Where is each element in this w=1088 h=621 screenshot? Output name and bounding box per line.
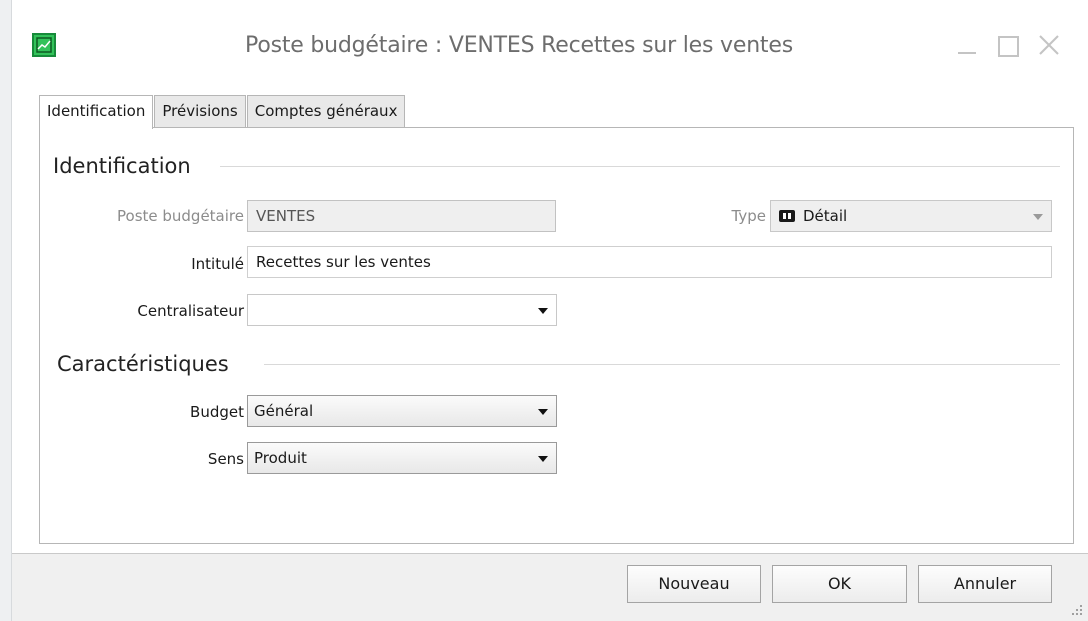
ok-button[interactable]: OK bbox=[772, 565, 907, 603]
window-title: Poste budgétaire : VENTES Recettes sur l… bbox=[245, 33, 793, 58]
detail-icon bbox=[779, 210, 795, 222]
tab-bar: Identification Prévisions Comptes généra… bbox=[39, 95, 406, 129]
budget-select[interactable]: Général bbox=[247, 395, 557, 427]
background-window-edge bbox=[0, 0, 12, 621]
budget-label: Budget bbox=[190, 403, 244, 421]
intitule-label: Intitulé bbox=[191, 255, 244, 273]
minimize-icon[interactable] bbox=[952, 30, 982, 60]
centralisateur-select[interactable] bbox=[247, 294, 557, 326]
sens-value: Produit bbox=[254, 449, 307, 467]
resize-grip-icon[interactable] bbox=[1072, 605, 1082, 615]
tab-previsions[interactable]: Prévisions bbox=[154, 95, 246, 128]
maximize-icon[interactable] bbox=[992, 30, 1022, 60]
annuler-button[interactable]: Annuler bbox=[918, 565, 1052, 603]
centralisateur-label: Centralisateur bbox=[137, 302, 244, 320]
type-select[interactable]: Détail bbox=[770, 200, 1052, 232]
dialog-footer: Nouveau OK Annuler bbox=[12, 553, 1088, 621]
intitule-field[interactable]: Recettes sur les ventes bbox=[247, 246, 1052, 278]
section-divider bbox=[220, 166, 1060, 167]
tab-panel-identification: Identification Poste budgétaire VENTES T… bbox=[39, 127, 1074, 544]
nouveau-button[interactable]: Nouveau bbox=[627, 565, 761, 603]
poste-budgetaire-field: VENTES bbox=[247, 200, 556, 232]
budget-value: Général bbox=[254, 402, 314, 420]
chevron-down-icon bbox=[1033, 214, 1043, 220]
tab-identification[interactable]: Identification bbox=[39, 95, 154, 129]
section-divider bbox=[264, 364, 1060, 365]
poste-budgetaire-label: Poste budgétaire bbox=[117, 207, 244, 225]
section-title-identification: Identification bbox=[53, 154, 205, 178]
section-title-caracteristiques: Caractéristiques bbox=[57, 352, 243, 376]
chevron-down-icon bbox=[538, 456, 548, 462]
type-label: Type bbox=[731, 207, 766, 225]
chevron-down-icon bbox=[538, 308, 548, 314]
close-icon[interactable] bbox=[1034, 30, 1064, 60]
tab-comptes-generaux[interactable]: Comptes généraux bbox=[246, 95, 406, 128]
sens-label: Sens bbox=[207, 450, 244, 468]
sens-select[interactable]: Produit bbox=[247, 442, 557, 474]
title-bar[interactable]: Poste budgétaire : VENTES Recettes sur l… bbox=[12, 0, 1088, 90]
type-value: Détail bbox=[803, 207, 848, 225]
dialog-window: Poste budgétaire : VENTES Recettes sur l… bbox=[12, 0, 1088, 621]
chevron-down-icon bbox=[538, 409, 548, 415]
